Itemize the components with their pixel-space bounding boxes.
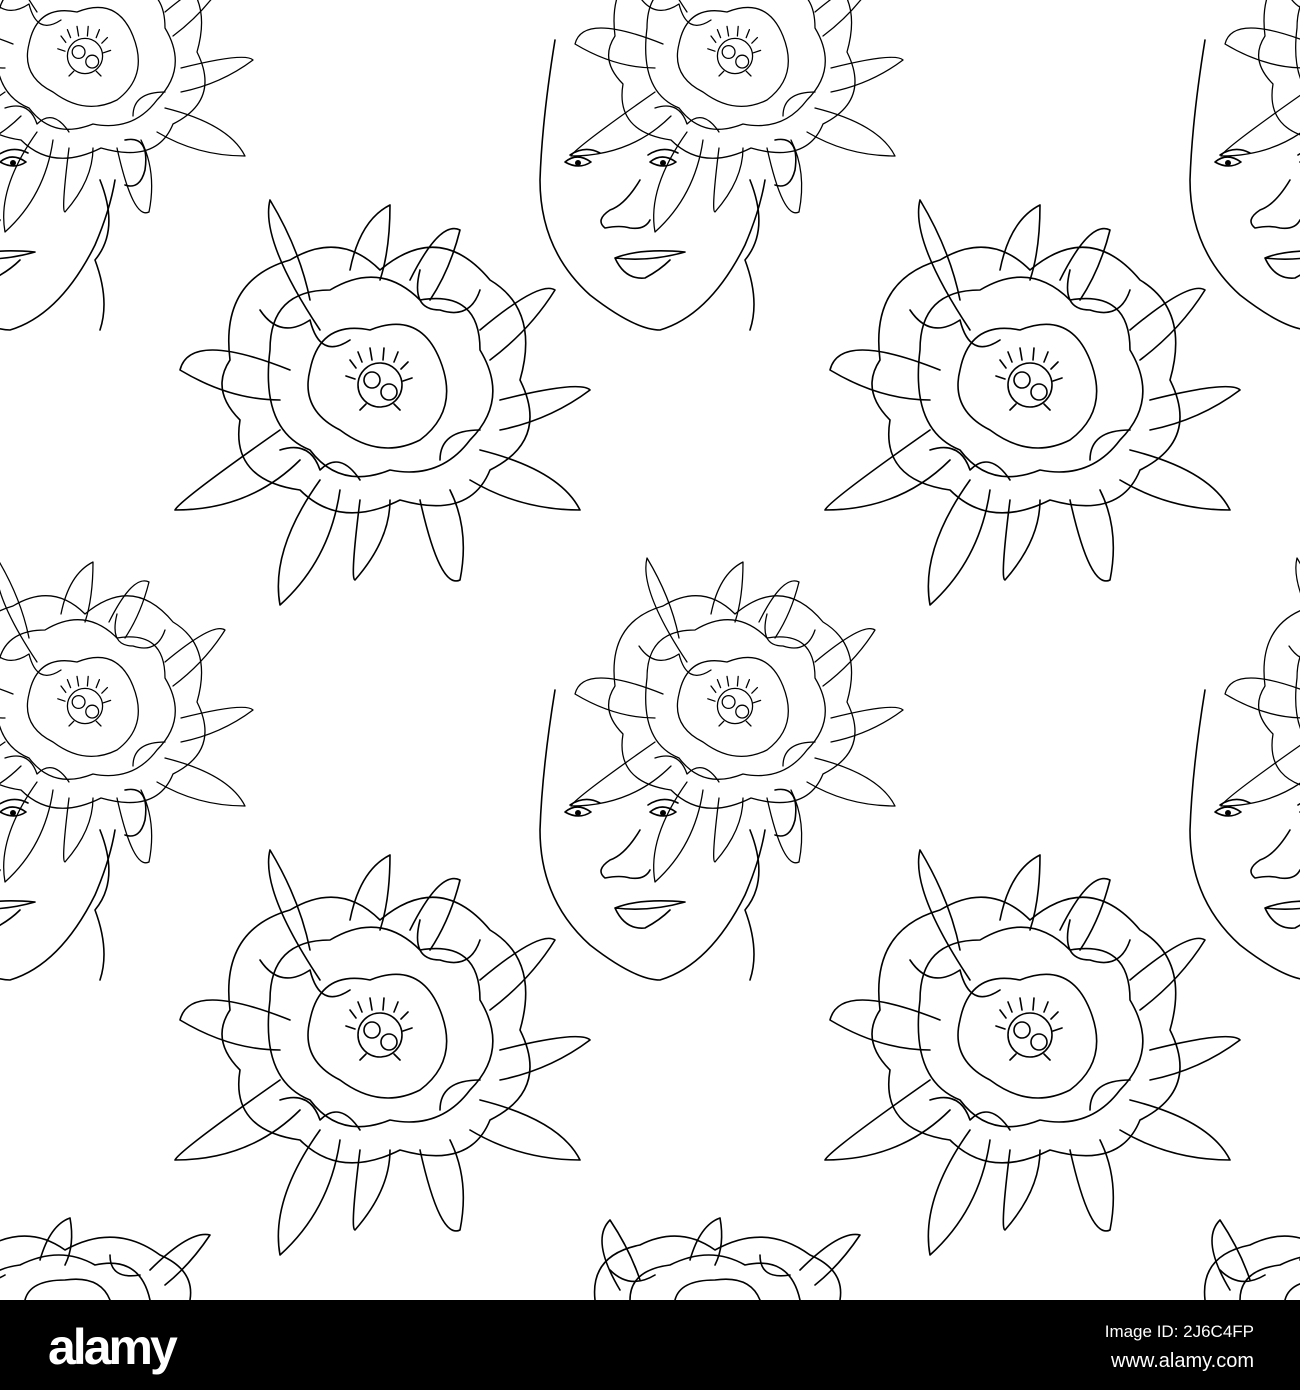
peony-illustration: [174, 849, 591, 1256]
peony-illustration: [824, 849, 1241, 1256]
face-illustration: [540, 0, 903, 330]
image-id: Image ID: 2J6C4FP: [1104, 1322, 1254, 1341]
crown-illustration: [593, 1217, 861, 1300]
alamy-logo: alamy: [48, 1319, 178, 1375]
face-illustration: [0, 0, 253, 330]
face-illustration: [540, 558, 903, 980]
line-art-pattern: [0, 0, 1300, 1300]
face-illustration: [1190, 0, 1300, 330]
peony-illustration: [824, 199, 1241, 606]
pattern-svg: [0, 0, 1300, 1300]
face-illustration: [0, 558, 253, 980]
crown-illustration: [0, 1217, 211, 1300]
crown-illustration: [1203, 1217, 1300, 1300]
face-illustration: [1190, 558, 1300, 980]
peony-illustration: [174, 199, 591, 606]
footer-bar: alamy Image ID: 2J6C4FP www.alamy.com: [0, 1300, 1300, 1390]
website-url: www.alamy.com: [1111, 1350, 1254, 1372]
